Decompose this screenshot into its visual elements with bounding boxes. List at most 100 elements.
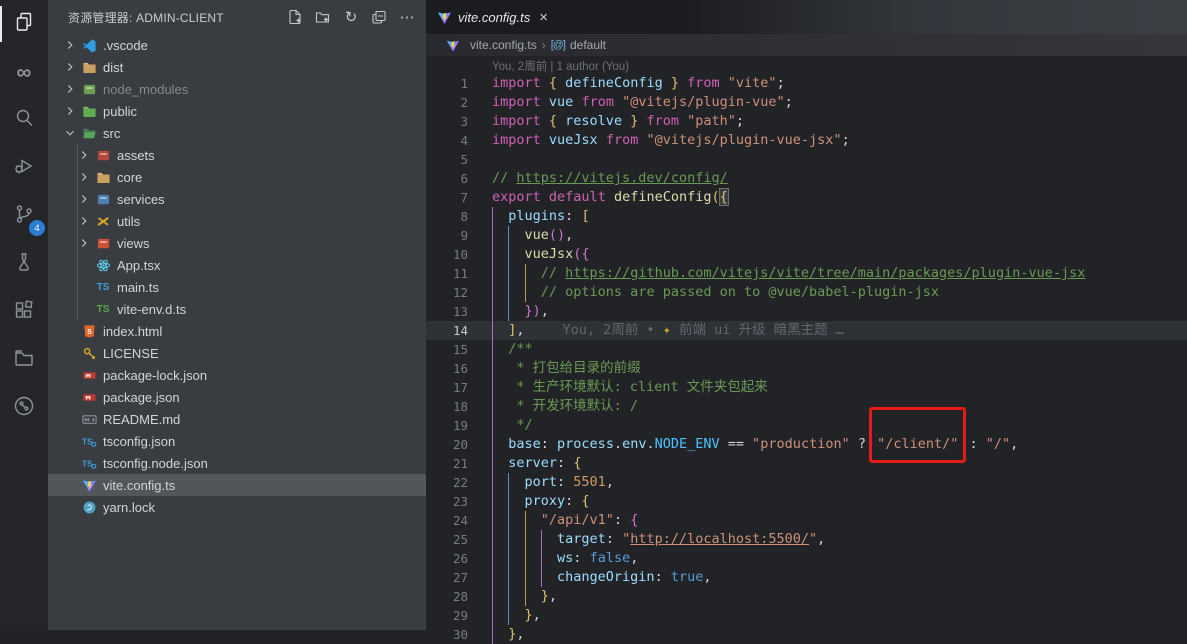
extensions-icon <box>12 298 36 327</box>
code-token: }) <box>525 303 541 319</box>
file-row-node-modules[interactable]: node_modules <box>48 78 426 100</box>
new-file-button[interactable] <box>284 6 306 28</box>
more-actions-button[interactable]: ⋯ <box>396 6 418 28</box>
line-number: 16 <box>426 359 468 378</box>
code-line-12[interactable]: 12 // options are passed on to @vue/babe… <box>426 283 1187 302</box>
code-line-4[interactable]: 4import vueJsx from "@vitejs/plugin-vue-… <box>426 131 1187 150</box>
search-activity-button[interactable] <box>0 96 48 144</box>
extensions-activity-button[interactable] <box>0 288 48 336</box>
code-line-30[interactable]: 30 }, <box>426 625 1187 644</box>
line-number: 26 <box>426 549 468 568</box>
refresh-icon[interactable]: ↻ <box>340 6 362 28</box>
line-number: 13 <box>426 302 468 321</box>
indent-guide <box>508 511 509 530</box>
file-row-src[interactable]: src <box>48 122 426 144</box>
symbol-variable-icon: [@] <box>551 39 565 51</box>
code-line-13[interactable]: 13 }), <box>426 302 1187 321</box>
file-row-dist[interactable]: dist <box>48 56 426 78</box>
line-number: 10 <box>426 245 468 264</box>
line-content: }, <box>492 606 541 625</box>
code-line-23[interactable]: 23 proxy: { <box>426 492 1187 511</box>
testing-activity-button[interactable] <box>0 240 48 288</box>
code-line-6[interactable]: 6// https://vitejs.dev/config/ <box>426 169 1187 188</box>
file-row-index-html[interactable]: 5index.html <box>48 320 426 342</box>
breadcrumb[interactable]: vite.config.ts › [@] default <box>426 34 1187 56</box>
file-row-assets[interactable]: assets <box>48 144 426 166</box>
code-line-3[interactable]: 3import { resolve } from "path"; <box>426 112 1187 131</box>
file-row-vite-config-ts[interactable]: vite.config.ts <box>48 474 426 496</box>
file-row-utils[interactable]: utils <box>48 210 426 232</box>
file-row-views[interactable]: views <box>48 232 426 254</box>
code-line-26[interactable]: 26 ws: false, <box>426 549 1187 568</box>
code-line-14[interactable]: 14 ],You, 2周前 • ✦ 前端 ui 升级 暗黑主题 … <box>426 321 1187 340</box>
code-line-9[interactable]: 9 vue(), <box>426 226 1187 245</box>
code-line-10[interactable]: 10 vueJsx({ <box>426 245 1187 264</box>
infinity-logo-activity-button[interactable]: ∞ <box>0 48 48 96</box>
file-row-app-tsx[interactable]: App.tsx <box>48 254 426 276</box>
code-line-2[interactable]: 2import vue from "@vitejs/plugin-vue"; <box>426 93 1187 112</box>
vite-icon <box>436 9 452 25</box>
line-content: // options are passed on to @vue/babel-p… <box>492 283 939 302</box>
gitlens-authors-lens[interactable]: You, 2周前 | 1 author (You) <box>426 56 1187 74</box>
file-row-vite-env-d-ts[interactable]: TSvite-env.d.ts <box>48 298 426 320</box>
indent-guide <box>492 549 493 568</box>
file-row-package-lock-json[interactable]: package-lock.json <box>48 364 426 386</box>
tab-vite-config[interactable]: vite.config.ts × <box>426 0 559 34</box>
indent-guide <box>492 359 493 378</box>
code-line-25[interactable]: 25 target: "http://localhost:5500/", <box>426 530 1187 549</box>
file-row-main-ts[interactable]: TSmain.ts <box>48 276 426 298</box>
folder-file-icon <box>94 169 112 185</box>
file-row-package-json[interactable]: package.json <box>48 386 426 408</box>
code-line-24[interactable]: 24 "/api/v1": { <box>426 511 1187 530</box>
code-line-17[interactable]: 17 * 生产环境默认: client 文件夹包起来 <box>426 378 1187 397</box>
file-row-yarn-lock[interactable]: yarn.lock <box>48 496 426 518</box>
code-line-7[interactable]: 7export default defineConfig({ <box>426 188 1187 207</box>
code-line-20[interactable]: 20 base: process.env.NODE_ENV == "produc… <box>426 435 1187 454</box>
line-number: 29 <box>426 606 468 625</box>
folder-explorer-activity-button[interactable] <box>0 336 48 384</box>
code-token: vue <box>525 227 549 243</box>
breadcrumb-file[interactable]: vite.config.ts <box>470 38 537 52</box>
code-token: : <box>655 569 671 585</box>
code-line-1[interactable]: 1import { defineConfig } from "vite"; <box>426 74 1187 93</box>
new-folder-button[interactable] <box>312 6 334 28</box>
code-line-21[interactable]: 21 server: { <box>426 454 1187 473</box>
code-line-16[interactable]: 16 * 打包给目录的前缀 <box>426 359 1187 378</box>
breadcrumb-symbol[interactable]: default <box>570 38 606 52</box>
file-row-core[interactable]: core <box>48 166 426 188</box>
file-row-tsconfig-node-json[interactable]: TStsconfig.node.json <box>48 452 426 474</box>
source-control-activity-button[interactable]: 4 <box>0 192 48 240</box>
code-line-22[interactable]: 22 port: 5501, <box>426 473 1187 492</box>
collapse-all-button[interactable] <box>368 6 390 28</box>
code-token: "@vitejs/plugin-vue-jsx" <box>646 132 841 148</box>
code-token <box>492 417 516 433</box>
infinity-logo-icon: ∞ <box>17 62 32 83</box>
run-debug-activity-button[interactable] <box>0 144 48 192</box>
code-line-19[interactable]: 19 */ <box>426 416 1187 435</box>
code-editor[interactable]: 1import { defineConfig } from "vite";2im… <box>426 74 1187 644</box>
code-line-28[interactable]: 28 }, <box>426 587 1187 606</box>
file-label: dist <box>103 60 123 75</box>
code-line-5[interactable]: 5 <box>426 150 1187 169</box>
file-row-license[interactable]: LICENSE <box>48 342 426 364</box>
code-line-15[interactable]: 15 /** <box>426 340 1187 359</box>
code-line-11[interactable]: 11 // https://github.com/vitejs/vite/tre… <box>426 264 1187 283</box>
line-content: */ <box>492 416 533 435</box>
explorer-title: 资源管理器: ADMIN-CLIENT <box>68 9 284 26</box>
code-line-29[interactable]: 29 }, <box>426 606 1187 625</box>
code-line-27[interactable]: 27 changeOrigin: true, <box>426 568 1187 587</box>
file-row-readme-md[interactable]: README.md <box>48 408 426 430</box>
code-line-18[interactable]: 18 * 开发环境默认: / <box>426 397 1187 416</box>
close-tab-icon[interactable]: × <box>536 9 551 26</box>
file-row-public[interactable]: public <box>48 100 426 122</box>
git-circle-activity-button[interactable] <box>0 384 48 432</box>
explorer-activity-button[interactable] <box>0 0 48 48</box>
line-number: 15 <box>426 340 468 359</box>
code-line-8[interactable]: 8 plugins: [ <box>426 207 1187 226</box>
line-content: /** <box>492 340 533 359</box>
code-token: { <box>630 512 638 528</box>
file-row--vscode[interactable]: .vscode <box>48 34 426 56</box>
file-row-services[interactable]: services <box>48 188 426 210</box>
file-row-tsconfig-json[interactable]: TStsconfig.json <box>48 430 426 452</box>
line-content: proxy: { <box>492 492 590 511</box>
